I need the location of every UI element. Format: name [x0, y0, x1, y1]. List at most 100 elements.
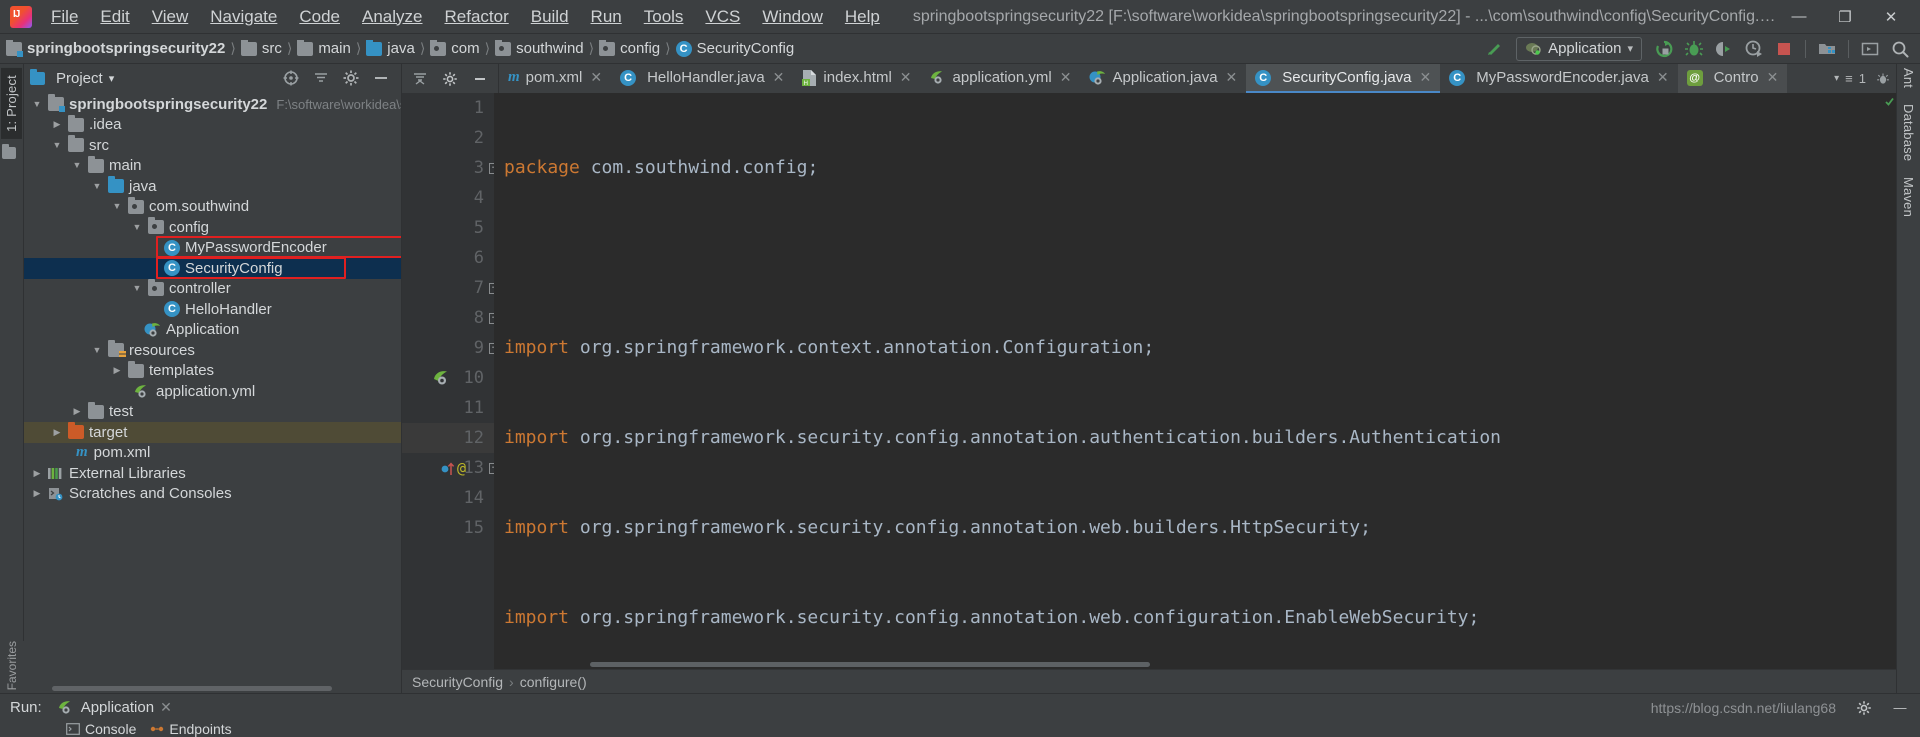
menu-window[interactable]: Window: [751, 5, 833, 29]
expand-arrow[interactable]: ▶: [110, 366, 124, 375]
code-content[interactable]: package com.southwind.config; import org…: [494, 93, 1882, 669]
minimize-button[interactable]: —: [1776, 1, 1822, 33]
profiler-icon[interactable]: [1740, 37, 1768, 61]
expand-arrow[interactable]: ▼: [130, 222, 144, 232]
breadcrumb-item-main[interactable]: main: [297, 40, 351, 57]
tab-hellohandler-java[interactable]: C HelloHandler.java ✕: [611, 64, 793, 93]
expand-arrow[interactable]: ▼: [50, 140, 64, 150]
search-everywhere-icon[interactable]: [1886, 37, 1914, 61]
tool-window-tab-ant[interactable]: Ant: [1901, 68, 1916, 88]
tree-node-src[interactable]: ▼ src: [24, 135, 401, 156]
expand-arrow[interactable]: ▼: [90, 345, 104, 355]
tree-node-module[interactable]: ▼ springbootspringsecurity22 F:\software…: [24, 94, 401, 115]
expand-arrow[interactable]: ▼: [110, 202, 124, 211]
editor-gutter[interactable]: 1 2 3 − 4 5 6 7 − 8 − 9 −: [402, 93, 500, 669]
close-icon[interactable]: ✕: [1420, 69, 1432, 86]
settings-gear-icon[interactable]: [436, 67, 464, 91]
expand-arrow[interactable]: ▶: [30, 489, 44, 498]
tree-node-package-config[interactable]: ▼ config: [24, 217, 401, 238]
tree-node-idea[interactable]: ▶ .idea: [24, 114, 401, 136]
tool-window-tab-project[interactable]: 1: Project: [1, 68, 22, 139]
expand-arrow[interactable]: ▶: [50, 120, 64, 129]
collapse-all-icon[interactable]: [406, 67, 434, 91]
debug-icon[interactable]: [1876, 72, 1890, 86]
expand-arrow[interactable]: ▶: [70, 407, 84, 416]
breadcrumb-item-src[interactable]: src: [240, 40, 282, 57]
close-icon[interactable]: ✕: [1060, 69, 1072, 86]
menu-tools[interactable]: Tools: [633, 5, 695, 29]
breadcrumb-item-securityconfig[interactable]: C SecurityConfig: [675, 40, 794, 57]
run-tab-application[interactable]: Application ✕: [52, 699, 178, 716]
tree-node-hellohandler[interactable]: C HelloHandler: [24, 299, 401, 320]
menu-build[interactable]: Build: [520, 5, 580, 29]
settings-gear-icon[interactable]: [337, 66, 365, 90]
tree-node-java[interactable]: ▼ java: [24, 176, 401, 197]
scrollbar-thumb[interactable]: [590, 662, 1150, 667]
breadcrumb-item-com[interactable]: com: [430, 40, 480, 57]
tree-node-external-libraries[interactable]: ▶ External Libraries: [24, 463, 401, 484]
menu-file[interactable]: File: [40, 5, 89, 29]
structure-icon[interactable]: [2, 143, 16, 159]
tab-controller[interactable]: @ Contro ✕: [1677, 64, 1788, 93]
tree-node-scratches-consoles[interactable]: ▶ Scratches and Consoles: [24, 484, 401, 505]
breadcrumb-class[interactable]: SecurityConfig: [412, 674, 503, 690]
collapse-all-icon[interactable]: [307, 66, 335, 90]
run-subtab-endpoints[interactable]: Endpoints: [150, 721, 232, 737]
menu-navigate[interactable]: Navigate: [199, 5, 288, 29]
tree-node-package-com-southwind[interactable]: ▼ com.southwind: [24, 196, 401, 218]
close-icon[interactable]: ✕: [590, 69, 602, 86]
expand-arrow[interactable]: ▼: [90, 181, 104, 191]
run-with-coverage-icon[interactable]: [1710, 37, 1738, 61]
annotation-gutter-icon[interactable]: @: [457, 459, 466, 477]
run-subtab-console[interactable]: Console: [66, 721, 136, 737]
tree-node-resources[interactable]: ▼ resources: [24, 340, 401, 361]
gutter-markers[interactable]: @: [441, 459, 466, 477]
menu-code[interactable]: Code: [288, 5, 351, 29]
tool-window-tab-favorites[interactable]: Favorites: [5, 641, 19, 692]
menu-run[interactable]: Run: [580, 5, 633, 29]
tab-index-html[interactable]: H index.html ✕: [793, 64, 920, 93]
tab-mypasswordencoder-java[interactable]: C MyPasswordEncoder.java ✕: [1440, 64, 1677, 93]
menu-edit[interactable]: Edit: [89, 5, 140, 29]
hide-panel-icon[interactable]: [466, 67, 494, 91]
tab-application-java[interactable]: Application.java ✕: [1080, 64, 1246, 93]
tab-overflow-chevron-icon[interactable]: ▾: [1834, 73, 1839, 84]
tree-node-securityconfig[interactable]: C SecurityConfig: [24, 258, 401, 279]
expand-arrow[interactable]: ▼: [30, 99, 44, 109]
menu-vcs[interactable]: VCS: [694, 5, 751, 29]
scrollbar-thumb[interactable]: [52, 686, 332, 691]
tree-node-application[interactable]: Application: [24, 320, 401, 341]
expand-arrow[interactable]: ▶: [50, 427, 64, 437]
tab-pom-xml[interactable]: m pom.xml ✕: [499, 64, 611, 93]
breadcrumb-item-java[interactable]: java: [366, 40, 415, 57]
debug-icon[interactable]: [1680, 37, 1708, 61]
expand-arrow[interactable]: ▼: [130, 284, 144, 293]
tree-node-target[interactable]: ▶ target: [24, 422, 401, 443]
tab-overflow-list-icon[interactable]: ≡: [1845, 71, 1853, 86]
tab-securityconfig-java[interactable]: C SecurityConfig.java ✕: [1246, 64, 1441, 93]
close-icon[interactable]: ✕: [773, 69, 785, 86]
menu-help[interactable]: Help: [834, 5, 891, 29]
tree-node-application-yml[interactable]: application.yml: [24, 381, 401, 402]
breadcrumb-method[interactable]: configure(): [520, 674, 587, 690]
project-panel-title-group[interactable]: Project ▾: [30, 68, 114, 87]
breadcrumb-item-southwind[interactable]: southwind: [495, 40, 584, 57]
close-icon[interactable]: ✕: [1226, 69, 1238, 86]
code-editor[interactable]: 1 2 3 − 4 5 6 7 − 8 − 9 −: [402, 93, 1896, 669]
close-button[interactable]: ✕: [1868, 1, 1914, 33]
menu-refactor[interactable]: Refactor: [433, 5, 519, 29]
close-icon[interactable]: ✕: [160, 699, 172, 716]
close-icon[interactable]: ✕: [1767, 69, 1779, 86]
minimize-panel-icon[interactable]: —: [1886, 696, 1914, 720]
tree-node-test[interactable]: ▶ test: [24, 401, 401, 423]
project-structure-icon[interactable]: [1813, 37, 1841, 61]
tree-node-pom-xml[interactable]: m pom.xml: [24, 443, 401, 464]
tab-application-yml[interactable]: application.yml ✕: [921, 64, 1081, 93]
project-tree-horizontal-scrollbar[interactable]: [24, 684, 401, 693]
maximize-button[interactable]: ❐: [1822, 1, 1868, 33]
menu-analyze[interactable]: Analyze: [351, 5, 433, 29]
tree-node-main[interactable]: ▼ main: [24, 155, 401, 177]
hide-panel-icon[interactable]: [367, 66, 395, 90]
run-configuration-selector[interactable]: Application ▾: [1516, 36, 1642, 61]
breadcrumb-item-config[interactable]: config: [599, 40, 660, 57]
